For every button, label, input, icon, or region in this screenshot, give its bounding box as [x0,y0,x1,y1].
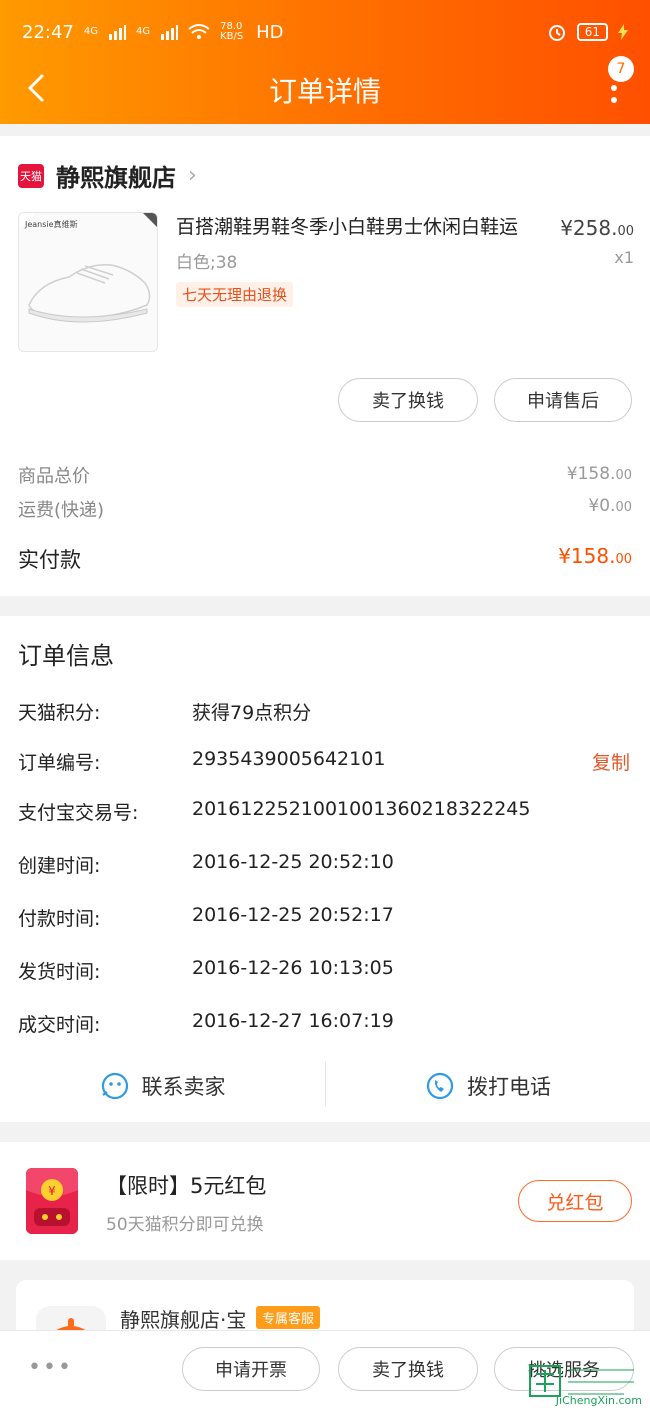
info-label-order-no: 订单编号: [18,752,101,774]
signal-icon-2 [161,25,179,40]
call-phone-button[interactable]: 拨打电话 [326,1066,650,1106]
status-bar: 22:47 4G 4G 78.0 KB/S HD 61 [22,20,628,44]
more-menu-icon[interactable] [606,76,622,108]
network-speed: 78.0 KB/S [220,21,244,42]
info-value-alipay-no: 2016122521001001360218322245 [192,798,531,820]
product-image[interactable]: Jeansie真维斯 [18,212,158,352]
svg-text:¥: ¥ [48,1184,56,1198]
info-value-shipped: 2016-12-26 10:13:05 [192,957,394,979]
order-product-card: 天猫 静熙旗舰店 › Jeansie真维斯 百搭潮鞋男鞋冬季小白鞋男士休闲白鞋运… [0,136,650,596]
network-1-label: 4G [83,26,98,37]
store-link[interactable]: 天猫 静熙旗舰店 › [18,158,197,193]
app-header: 22:47 4G 4G 78.0 KB/S HD 61 订单详情 7 [0,0,650,124]
call-phone-label: 拨打电话 [467,1075,551,1099]
info-label-paid-time: 付款时间: [18,908,101,930]
info-value-order-no: 2935439005642101 [192,748,386,770]
goods-total-value: ¥158.00 [567,464,632,484]
battery-indicator: 61 [576,23,608,41]
product-brand-text: Jeansie真维斯 [25,220,78,229]
service-tag: 专属客服 [256,1306,321,1329]
red-packet-title: 【限时】5元红包 [106,1174,267,1198]
shipping-decimal: 00 [615,500,632,515]
chat-bubble-icon [101,1072,128,1100]
shipping-value: ¥0.00 [588,496,632,516]
goods-total-decimal: 00 [615,468,632,483]
signal-icon [109,25,126,40]
product-price: ¥258.00 [560,216,634,240]
contact-seller-label: 联系卖家 [141,1075,226,1099]
goods-total-main: ¥158. [566,464,616,484]
phone-icon [426,1072,454,1100]
order-info-card: 订单信息 天猫积分: 获得79点积分 订单编号: 293543900564210… [0,616,650,1122]
product-price-main: ¥258. [560,216,618,240]
contact-seller-button[interactable]: 联系卖家 [0,1066,325,1106]
paid-label: 实付款 [18,548,81,572]
page-title: 订单详情 [268,75,381,108]
info-value-points: 获得79点积分 [192,702,312,724]
info-value-completed: 2016-12-27 16:07:19 [192,1010,394,1032]
sneaker-image [19,213,157,323]
red-packet-icon: ¥ [26,1168,78,1234]
apply-invoice-button[interactable]: 申请开票 [182,1347,320,1391]
network-2-label: 4G [136,26,151,37]
hd-label: HD [256,21,284,43]
sell-button[interactable]: 卖了换钱 [338,378,478,422]
store-name: 静熙旗舰店 [56,164,176,192]
info-label-shipped: 发货时间: [18,961,101,983]
goods-total-label: 商品总价 [18,466,90,487]
service-name: 静熙旗舰店·宝 [120,1308,247,1332]
tmall-logo-icon: 天猫 [18,163,44,188]
info-label-alipay-no: 支付宝交易号: [18,802,139,824]
wifi-icon [188,24,210,39]
charging-icon [618,24,628,40]
red-packet-subtitle: 50天猫积分即可兑换 [106,1215,264,1235]
paid-value: ¥158.00 [558,544,632,568]
product-sku: 白色;38 [176,253,238,273]
watermark-text: JiChengXin.com [555,1394,642,1407]
paid-main: ¥158. [558,544,616,568]
status-time: 22:47 [22,21,74,43]
info-label-points: 天猫积分: [18,702,101,724]
shipping-main: ¥0. [588,496,616,516]
more-dots-icon[interactable]: ••• [28,1355,73,1380]
order-info-title: 订单信息 [18,642,114,670]
product-title[interactable]: 百搭潮鞋男鞋冬季小白鞋男士休闲白鞋运 [176,214,546,240]
alarm-icon [548,25,565,41]
copy-order-no-button[interactable]: 复制 [592,748,630,775]
info-value-created: 2016-12-25 20:52:10 [192,851,394,873]
redeem-red-packet-button[interactable]: 兑红包 [518,1180,632,1222]
bottom-sell-button[interactable]: 卖了换钱 [338,1347,478,1391]
product-price-decimal: 00 [617,224,634,239]
paid-decimal: 00 [615,552,632,567]
info-value-paid-time: 2016-12-25 20:52:17 [192,904,394,926]
after-sale-button[interactable]: 申请售后 [494,378,632,422]
product-quantity: x1 [614,248,634,267]
return-policy-tag: 七天无理由退换 [176,282,294,307]
info-label-created: 创建时间: [18,855,101,877]
info-label-completed: 成交时间: [18,1014,101,1036]
red-packet-card: ¥ 【限时】5元红包 50天猫积分即可兑换 兑红包 [0,1142,650,1260]
shipping-label: 运费(快递) [18,500,105,521]
chevron-right-icon: › [188,163,197,188]
